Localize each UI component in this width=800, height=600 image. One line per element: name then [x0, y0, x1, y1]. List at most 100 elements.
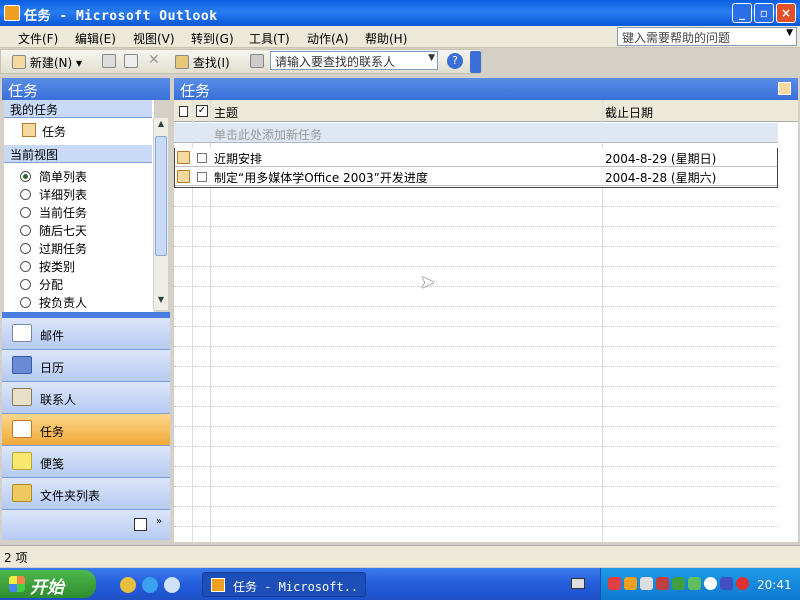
tray-volume-icon[interactable] — [688, 577, 701, 590]
clock: 20:41 — [757, 578, 792, 592]
tray-flash-icon[interactable] — [736, 577, 749, 590]
mouse-cursor-icon: ➤ — [420, 272, 436, 293]
nav-notes-button[interactable]: 便笺 — [2, 446, 170, 478]
title-bar: 任务 - Microsoft Outlook _ ▫ × — [0, 0, 800, 26]
outlook-icon — [211, 578, 225, 592]
nav-tasks-button[interactable]: 任务 — [2, 414, 170, 446]
view-by-category[interactable]: 按类别 — [20, 258, 160, 276]
view-assignment[interactable]: 分配 — [20, 276, 160, 294]
due-date-column-header[interactable]: 截止日期 — [605, 104, 653, 121]
nav-pane-footer: » — [2, 510, 170, 540]
task-folder-icon — [22, 123, 36, 137]
help-icon[interactable]: ? — [447, 53, 463, 69]
scroll-thumb[interactable] — [155, 136, 167, 256]
view-by-person-responsible[interactable]: 按负责人 — [20, 294, 160, 312]
tray-display-icon[interactable] — [720, 577, 733, 590]
new-button[interactable]: 新建(N) ▾ — [12, 54, 82, 71]
nav-calendar-button[interactable]: 日历 — [2, 350, 170, 382]
new-task-icon — [12, 55, 26, 69]
tray-app-icon[interactable] — [608, 577, 621, 590]
contacts-icon — [12, 388, 32, 406]
nav-pane-header: 任务 — [2, 78, 170, 100]
grid-line — [174, 426, 778, 427]
task-rows-border — [174, 148, 778, 188]
icon-column-header[interactable] — [179, 106, 188, 117]
menu-view[interactable]: 视图(V) — [133, 30, 175, 47]
scroll-up-icon[interactable]: ▲ — [155, 119, 167, 133]
grid-line — [174, 526, 778, 527]
minimize-button[interactable]: _ — [732, 3, 752, 23]
print-icon[interactable] — [102, 54, 116, 69]
menu-tools[interactable]: 工具(T) — [249, 30, 290, 47]
grid-line — [174, 486, 778, 487]
tray-security-icon[interactable] — [656, 577, 669, 590]
tray-outlook-icon[interactable] — [624, 577, 637, 590]
column-headers — [174, 100, 798, 122]
help-search-input[interactable]: 键入需要帮助的问题 ▼ — [617, 27, 797, 46]
move-icon[interactable] — [124, 54, 138, 69]
media-player-icon[interactable] — [120, 577, 136, 593]
internet-explorer-icon[interactable] — [142, 577, 158, 593]
view-detailed-list[interactable]: 详细列表 — [20, 186, 160, 204]
windows-logo-icon — [9, 576, 25, 592]
view-overdue-tasks[interactable]: 过期任务 — [20, 240, 160, 258]
grid-line — [174, 466, 778, 467]
grid-line — [174, 506, 778, 507]
grid-line — [174, 326, 778, 327]
toolbar-options-icon[interactable] — [470, 51, 481, 73]
grid-line — [174, 286, 778, 287]
start-button[interactable]: 开始 — [0, 570, 96, 598]
window-title: 任务 - Microsoft Outlook — [24, 9, 218, 24]
view-simple-list[interactable]: 简单列表 — [20, 168, 160, 186]
shortcut-icon[interactable] — [134, 518, 147, 531]
menu-help[interactable]: 帮助(H) — [365, 30, 407, 47]
grid-line — [174, 386, 778, 387]
view-next-seven-days[interactable]: 随后七天 — [20, 222, 160, 240]
menu-file[interactable]: 文件(F) — [18, 30, 58, 47]
nav-folder-list-button[interactable]: 文件夹列表 — [2, 478, 170, 510]
tasks-header-icon — [778, 82, 791, 95]
close-button[interactable]: × — [776, 3, 796, 23]
grid-line — [174, 346, 778, 347]
taskbar-outlook-button[interactable]: 任务 - Microsoft.. — [202, 572, 366, 597]
grid-line — [174, 246, 778, 247]
find-icon — [175, 55, 189, 69]
menu-go[interactable]: 转到(G) — [191, 30, 234, 47]
item-count: 2 项 — [4, 551, 28, 565]
contact-search-input[interactable]: 请输入要查找的联系人 ▼ — [270, 51, 438, 70]
grid-line — [174, 406, 778, 407]
view-active-tasks[interactable]: 当前任务 — [20, 204, 160, 222]
main-pane-header: 任务 — [174, 78, 798, 100]
menu-edit[interactable]: 编辑(E) — [75, 30, 116, 47]
configure-buttons-icon[interactable]: » — [156, 516, 162, 527]
tray-media-icon[interactable] — [704, 577, 717, 590]
current-view-heading: 当前视图 — [4, 145, 152, 163]
notes-icon — [12, 452, 32, 470]
outlook-quicklaunch-icon[interactable] — [164, 577, 180, 593]
nav-mail-button[interactable]: 邮件 — [2, 318, 170, 350]
keyboard-icon[interactable] — [571, 578, 585, 589]
tray-update-icon[interactable] — [672, 577, 685, 590]
folder-icon — [12, 484, 32, 502]
my-tasks-folder[interactable]: 任务 — [4, 118, 152, 144]
grid-line — [174, 266, 778, 267]
nav-contacts-button[interactable]: 联系人 — [2, 382, 170, 414]
calendar-icon — [12, 356, 32, 374]
subject-column-header[interactable]: 主题 — [214, 104, 238, 121]
tray-network-icon[interactable] — [640, 577, 653, 590]
grid-line — [174, 206, 778, 207]
nav-scrollbar[interactable]: ▲ ▼ — [153, 118, 168, 310]
scroll-down-icon[interactable]: ▼ — [155, 295, 167, 309]
mail-icon — [12, 324, 32, 342]
grid-line — [174, 226, 778, 227]
outlook-icon — [4, 5, 20, 21]
find-button[interactable]: 查找(I) — [175, 54, 230, 71]
delete-icon[interactable]: ✕ — [148, 52, 160, 68]
grid-line — [174, 366, 778, 367]
maximize-button[interactable]: ▫ — [754, 3, 774, 23]
complete-column-header[interactable]: ✓ — [196, 105, 208, 117]
new-task-row[interactable]: 单击此处添加新任务 — [174, 123, 778, 143]
address-book-icon[interactable] — [250, 54, 264, 69]
my-tasks-heading: 我的任务 — [4, 100, 152, 118]
menu-actions[interactable]: 动作(A) — [307, 30, 349, 47]
